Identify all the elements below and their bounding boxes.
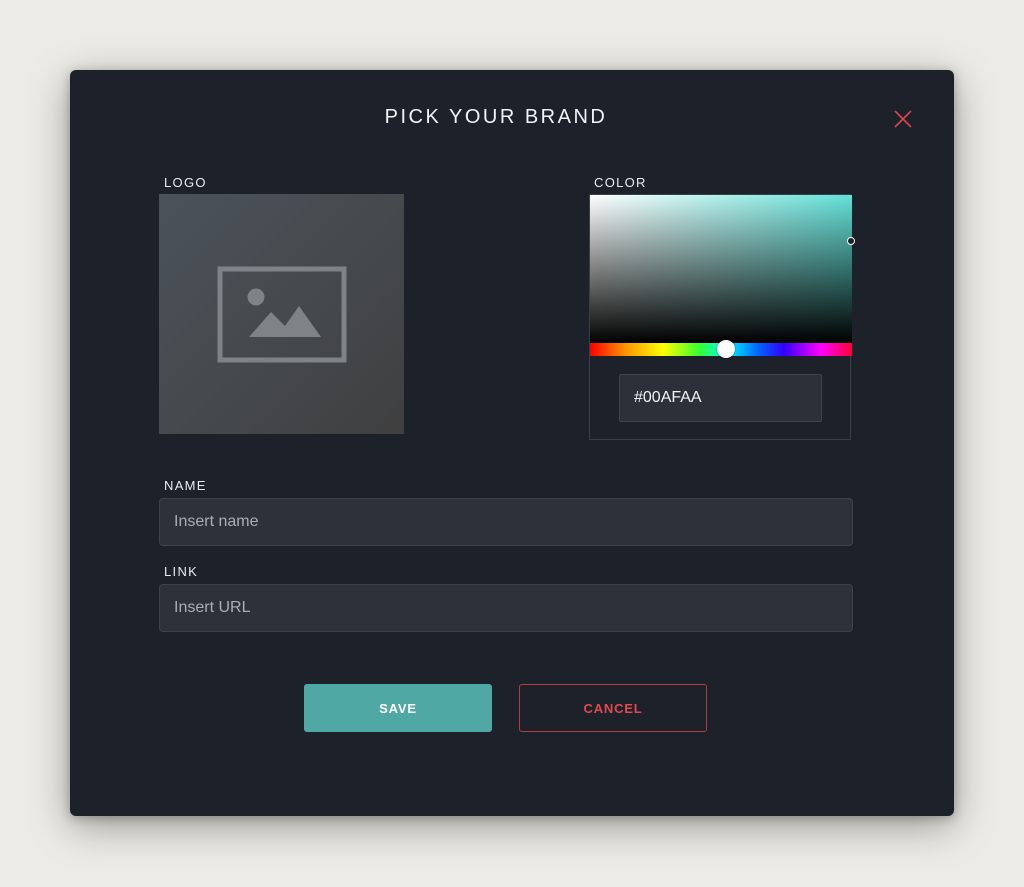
brand-dialog: PICK YOUR BRAND LOGO COLOR NAME LINK SAV… [70,70,954,816]
image-placeholder-icon [217,266,347,363]
hex-color-input[interactable] [619,374,822,422]
save-button[interactable]: SAVE [304,684,492,732]
link-input[interactable] [159,584,853,632]
dialog-title: PICK YOUR BRAND [384,106,608,128]
color-label: COLOR [594,175,647,190]
close-button[interactable] [892,108,914,130]
name-input[interactable] [159,498,853,546]
close-icon [894,110,912,128]
link-label: LINK [164,564,199,579]
saturation-handle[interactable] [847,237,855,245]
logo-upload-area[interactable] [159,194,404,434]
name-label: NAME [164,478,207,493]
saturation-value-area[interactable] [590,195,852,343]
color-picker [589,194,855,440]
cancel-button[interactable]: CANCEL [519,684,707,732]
hue-slider-handle[interactable] [717,340,735,358]
logo-label: LOGO [164,175,207,190]
